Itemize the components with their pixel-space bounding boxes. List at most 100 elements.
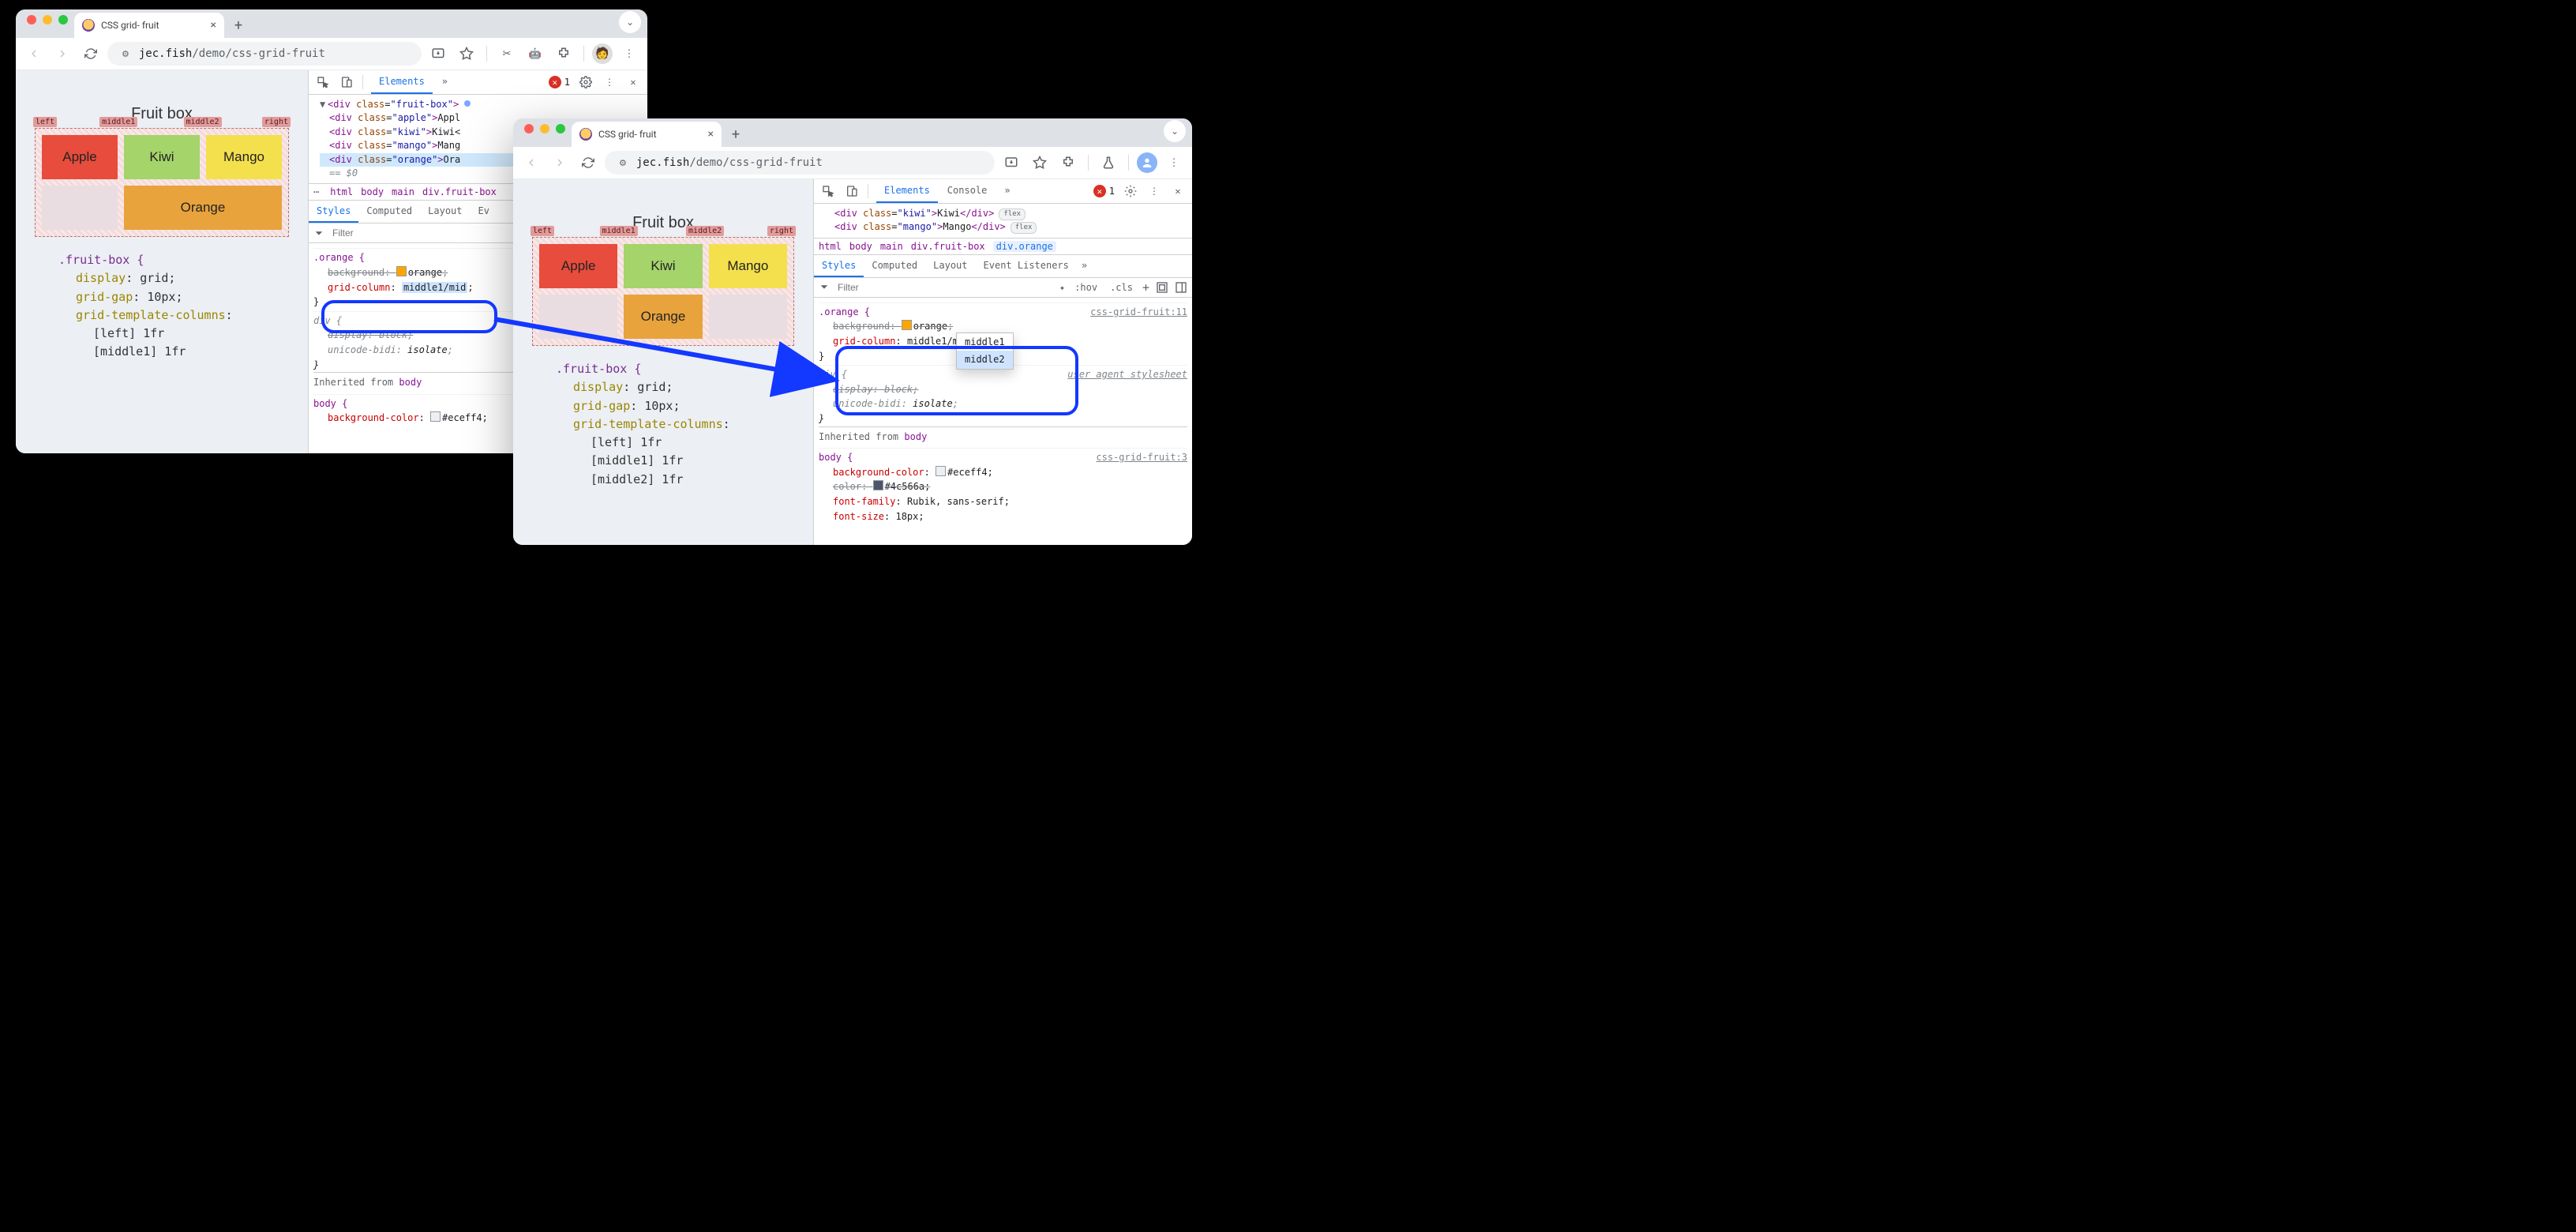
tab-elements[interactable]: Elements: [876, 179, 938, 203]
back-button[interactable]: [519, 151, 543, 175]
hov-toggle[interactable]: :hov: [1071, 280, 1101, 295]
content-split: Fruit box left middle1 middle2 right App…: [513, 179, 1192, 545]
close-dot[interactable]: [524, 124, 534, 133]
subtab-styles[interactable]: Styles: [814, 255, 864, 277]
gridline-label-middle2: middle2: [183, 117, 221, 127]
tab-console[interactable]: Console: [939, 179, 996, 203]
menu-icon[interactable]: ⋮: [1162, 151, 1186, 175]
tab-elements[interactable]: Elements: [371, 70, 433, 94]
close-devtools-icon[interactable]: ✕: [1170, 183, 1186, 199]
subtab-eventlisteners[interactable]: Ev: [471, 201, 497, 223]
extensions-icon[interactable]: [1056, 151, 1080, 175]
device-icon[interactable]: [339, 74, 354, 90]
grid-column-value-editing[interactable]: middle1/mid: [402, 282, 467, 293]
labs-icon[interactable]: [1097, 151, 1120, 175]
profile-avatar[interactable]: 🧑: [592, 43, 613, 64]
scissors-icon[interactable]: ✂︎: [495, 42, 519, 66]
robot-icon[interactable]: 🤖: [523, 42, 547, 66]
tab-overflow-button[interactable]: ⌄: [619, 11, 641, 33]
forward-button[interactable]: [548, 151, 572, 175]
crumb-overflow-icon[interactable]: ⋯: [313, 186, 319, 197]
new-tab-button[interactable]: +: [227, 14, 249, 36]
address-bar[interactable]: ⚙ jec.fish/demo/css-grid-fruit: [107, 42, 422, 66]
subtab-eventlisteners[interactable]: Event Listeners: [976, 255, 1077, 277]
close-tab-icon[interactable]: ×: [708, 128, 714, 141]
flex-badge: flex: [999, 208, 1026, 220]
inspect-icon[interactable]: [820, 183, 836, 199]
dom-tree[interactable]: <div class="kiwi">Kiwi</div>flex <div cl…: [814, 204, 1192, 238]
flex-badge: flex: [1011, 222, 1037, 234]
ai-sparkle-icon[interactable]: ✦: [1059, 282, 1065, 293]
dom-breadcrumb[interactable]: html body main div.fruit-box div.orange: [814, 238, 1192, 255]
cls-toggle[interactable]: .cls: [1107, 280, 1136, 295]
site-info-icon[interactable]: ⚙: [616, 157, 630, 169]
subtab-more-icon[interactable]: »: [1077, 255, 1092, 277]
address-bar[interactable]: ⚙ jec.fish/demo/css-grid-fruit: [605, 151, 995, 175]
subtab-styles[interactable]: Styles: [309, 201, 358, 223]
styles-filter-input[interactable]: [836, 281, 1053, 294]
close-dot[interactable]: [27, 15, 36, 24]
page-viewport: Fruit box left middle1 middle2 right App…: [513, 179, 813, 545]
kebab-icon[interactable]: ⋮: [602, 74, 617, 90]
reload-button[interactable]: [576, 151, 600, 175]
new-tab-button[interactable]: +: [725, 123, 747, 145]
zoom-dot[interactable]: [556, 124, 565, 133]
device-icon[interactable]: [844, 183, 860, 199]
cell-mango: Mango: [709, 244, 787, 288]
forward-button[interactable]: [51, 42, 74, 66]
computed-pane-icon[interactable]: [1156, 281, 1168, 294]
error-badge[interactable]: ✕1: [549, 76, 570, 88]
kebab-icon[interactable]: ⋮: [1146, 183, 1162, 199]
bookmark-icon[interactable]: [1028, 151, 1052, 175]
new-rule-icon[interactable]: +: [1142, 280, 1149, 295]
tab-more[interactable]: »: [434, 70, 456, 94]
tab-more[interactable]: »: [996, 179, 1018, 203]
favicon-icon: [579, 128, 592, 141]
autocomplete-item-selected[interactable]: middle2: [957, 351, 1013, 369]
error-badge[interactable]: ✕1: [1093, 185, 1115, 197]
browser-tab[interactable]: CSS grid- fruit ×: [572, 122, 722, 147]
fruit-grid: Apple Kiwi Mango Orange: [35, 128, 289, 237]
autocomplete-popup[interactable]: middle1 middle2: [956, 332, 1014, 370]
reload-button[interactable]: [79, 42, 103, 66]
url-host: jec.fish: [139, 47, 192, 60]
gridline-label-middle1: middle1: [599, 226, 637, 236]
toolbar: ⚙ jec.fish/demo/css-grid-fruit ✂︎ 🤖 🧑 ⋮: [16, 38, 647, 70]
browser-window-after: CSS grid- fruit × + ⌄ ⚙ jec.fish/demo/cs…: [513, 118, 1192, 545]
autocomplete-item[interactable]: middle1: [957, 333, 1013, 351]
close-tab-icon[interactable]: ×: [211, 19, 216, 32]
profile-avatar[interactable]: [1137, 152, 1157, 173]
styles-filter-row: ⏷ ✦ :hov .cls +: [814, 278, 1192, 298]
subtab-layout[interactable]: Layout: [420, 201, 470, 223]
tab-overflow-button[interactable]: ⌄: [1164, 120, 1186, 142]
separator: [583, 46, 584, 62]
subtab-computed[interactable]: Computed: [864, 255, 925, 277]
styles-pane[interactable]: css-grid-fruit:11 .orange { background: …: [814, 298, 1192, 539]
page-heading: Fruit box: [27, 105, 297, 123]
install-icon[interactable]: [426, 42, 450, 66]
devtools-panel: Elements Console » ✕1 ⋮ ✕ <div class="ki…: [813, 179, 1192, 545]
bookmark-icon[interactable]: [455, 42, 478, 66]
sidebar-toggle-icon[interactable]: [1175, 281, 1187, 294]
minimize-dot[interactable]: [43, 15, 52, 24]
minimize-dot[interactable]: [540, 124, 549, 133]
inspect-icon[interactable]: [315, 74, 331, 90]
menu-icon[interactable]: ⋮: [617, 42, 641, 66]
subtab-computed[interactable]: Computed: [358, 201, 420, 223]
settings-gear-icon[interactable]: [1123, 183, 1138, 199]
extensions-icon[interactable]: [552, 42, 576, 66]
devtools-toolbar: Elements » ✕1 ⋮ ✕: [309, 70, 647, 95]
gridline-label-middle1: middle1: [99, 117, 137, 127]
zoom-dot[interactable]: [58, 15, 68, 24]
settings-gear-icon[interactable]: [578, 74, 594, 90]
site-info-icon[interactable]: ⚙: [118, 48, 133, 60]
cell-apple: Apple: [539, 244, 617, 288]
traffic-lights: [22, 15, 74, 32]
subtab-layout[interactable]: Layout: [925, 255, 975, 277]
close-devtools-icon[interactable]: ✕: [625, 74, 641, 90]
filter-icon: ⏷: [313, 227, 324, 239]
back-button[interactable]: [22, 42, 46, 66]
tab-title: CSS grid- fruit: [598, 129, 657, 140]
browser-tab[interactable]: CSS grid- fruit ×: [74, 13, 224, 38]
install-icon[interactable]: [999, 151, 1023, 175]
